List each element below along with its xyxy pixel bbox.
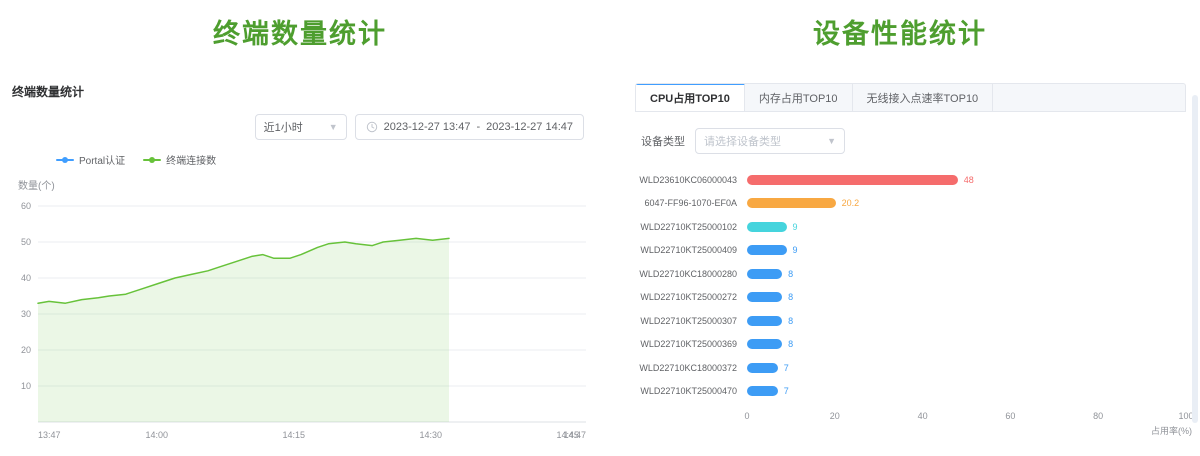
date-range-start: 2023-12-27 13:47	[384, 121, 471, 133]
device-type-filter: 设备类型 请选择设备类型 ▼	[641, 128, 1186, 154]
chevron-down-icon: ▼	[827, 136, 836, 146]
cpu-usage-bar[interactable]	[747, 269, 782, 279]
svg-text:30: 30	[21, 309, 31, 319]
cpu-usage-bar[interactable]	[747, 292, 782, 302]
bar-chart-x-axis: 占用率(%) 020406080100	[635, 409, 1186, 439]
x-axis-tick: 40	[918, 411, 928, 421]
performance-tabs: CPU占用TOP10内存占用TOP10无线接入点速率TOP10	[635, 83, 1186, 112]
cpu-usage-bar[interactable]	[747, 222, 787, 232]
device-name-label: WLD22710KC18000280	[635, 269, 747, 279]
date-range-separator: -	[476, 121, 480, 133]
bar-value-label: 20.2	[842, 198, 860, 208]
page: 终端数量统计 终端数量统计 近1小时 ▼ 2023-12-27 13:47	[0, 0, 1200, 456]
bar-row: 6047-FF96-1070-EF0A 20.2	[635, 192, 1186, 216]
tab-0[interactable]: CPU占用TOP10	[636, 83, 745, 111]
bar-row: WLD22710KT25000369 8	[635, 333, 1186, 357]
x-axis-tick: 20	[830, 411, 840, 421]
bar-row: WLD22710KT25000307 8	[635, 309, 1186, 333]
bar-row: WLD23610KC06000043 48	[635, 168, 1186, 192]
device-type-select[interactable]: 请选择设备类型 ▼	[695, 128, 845, 154]
device-name-label: WLD23610KC06000043	[635, 175, 747, 185]
date-range-picker[interactable]: 2023-12-27 13:47 - 2023-12-27 14:47	[355, 114, 584, 140]
terminal-count-section: 终端数量统计 终端数量统计 近1小时 ▼ 2023-12-27 13:47	[0, 0, 600, 456]
cpu-usage-bar[interactable]	[747, 316, 782, 326]
legend-item[interactable]: Portal认证	[56, 152, 125, 167]
bar-value-label: 8	[788, 316, 793, 326]
cpu-usage-bar[interactable]	[747, 386, 778, 396]
chevron-down-icon: ▼	[329, 122, 338, 132]
device-performance-section: 设备性能统计 CPU占用TOP10内存占用TOP10无线接入点速率TOP10 设…	[600, 0, 1200, 456]
bar-value-label: 8	[788, 269, 793, 279]
bar-row: WLD22710KT25000272 8	[635, 286, 1186, 310]
terminal-count-area-chart: 10203040506013:4714:0014:1514:3014:4514:…	[8, 192, 592, 450]
legend-label: Portal认证	[79, 152, 125, 167]
legend-item[interactable]: 终端连接数	[143, 152, 216, 167]
device-name-label: WLD22710KT25000102	[635, 222, 747, 232]
device-name-label: WLD22710KT25000409	[635, 245, 747, 255]
device-name-label: WLD22710KT25000369	[635, 339, 747, 349]
device-name-label: 6047-FF96-1070-EF0A	[635, 198, 747, 208]
device-name-label: WLD22710KT25000307	[635, 316, 747, 326]
left-page-title: 终端数量统计	[0, 12, 600, 51]
legend-marker-icon	[143, 159, 161, 161]
tab-1[interactable]: 内存占用TOP10	[745, 84, 853, 111]
time-range-select[interactable]: 近1小时 ▼	[255, 114, 347, 140]
time-range-value: 近1小时	[264, 119, 303, 135]
left-panel-title: 终端数量统计	[12, 83, 592, 100]
device-name-label: WLD22710KT25000272	[635, 292, 747, 302]
cpu-usage-bar[interactable]	[747, 245, 787, 255]
bar-row: WLD22710KC18000280 8	[635, 262, 1186, 286]
svg-text:40: 40	[21, 273, 31, 283]
chart-controls: 近1小时 ▼ 2023-12-27 13:47 - 2023-12-27 14:…	[8, 114, 584, 140]
chart-legend: Portal认证 终端连接数	[56, 152, 592, 167]
svg-text:14:47: 14:47	[563, 430, 586, 440]
x-axis-tick: 80	[1093, 411, 1103, 421]
bar-row: WLD22710KT25000470 7	[635, 380, 1186, 404]
bar-value-label: 7	[784, 363, 789, 373]
x-axis-label: 占用率(%)	[1151, 424, 1192, 437]
svg-text:14:00: 14:00	[145, 430, 168, 440]
svg-text:20: 20	[21, 345, 31, 355]
bar-value-label: 48	[964, 175, 974, 185]
cpu-top10-bar-chart: WLD23610KC06000043 48 6047-FF96-1070-EF0A 2…	[635, 168, 1186, 439]
svg-text:13:47: 13:47	[38, 430, 61, 440]
legend-marker-icon	[56, 159, 74, 161]
legend-label: 终端连接数	[166, 152, 216, 167]
clock-icon	[366, 121, 378, 133]
cpu-usage-bar[interactable]	[747, 339, 782, 349]
bar-value-label: 7	[784, 386, 789, 396]
cpu-usage-bar[interactable]	[747, 175, 958, 185]
bar-row: WLD22710KT25000409 9	[635, 239, 1186, 263]
device-type-placeholder: 请选择设备类型	[704, 133, 781, 149]
x-axis-tick: 0	[744, 411, 749, 421]
bar-value-label: 8	[788, 339, 793, 349]
tab-2[interactable]: 无线接入点速率TOP10	[853, 84, 994, 111]
y-axis-label: 数量(个)	[18, 177, 592, 192]
right-page-title: 设备性能统计	[600, 12, 1200, 51]
bar-value-label: 9	[793, 245, 798, 255]
date-range-end: 2023-12-27 14:47	[486, 121, 573, 133]
x-axis-tick: 60	[1005, 411, 1015, 421]
bar-value-label: 9	[793, 222, 798, 232]
bar-row: WLD22710KT25000102 9	[635, 215, 1186, 239]
device-name-label: WLD22710KT25000470	[635, 386, 747, 396]
vertical-scrollbar[interactable]	[1192, 95, 1198, 423]
svg-text:10: 10	[21, 381, 31, 391]
bar-value-label: 8	[788, 292, 793, 302]
device-type-label: 设备类型	[641, 133, 685, 149]
svg-text:60: 60	[21, 201, 31, 211]
cpu-usage-bar[interactable]	[747, 363, 778, 373]
bar-row: WLD22710KC18000372 7	[635, 356, 1186, 380]
device-name-label: WLD22710KC18000372	[635, 363, 747, 373]
cpu-usage-bar[interactable]	[747, 198, 836, 208]
svg-text:50: 50	[21, 237, 31, 247]
svg-text:14:30: 14:30	[419, 430, 442, 440]
svg-text:14:15: 14:15	[282, 430, 305, 440]
